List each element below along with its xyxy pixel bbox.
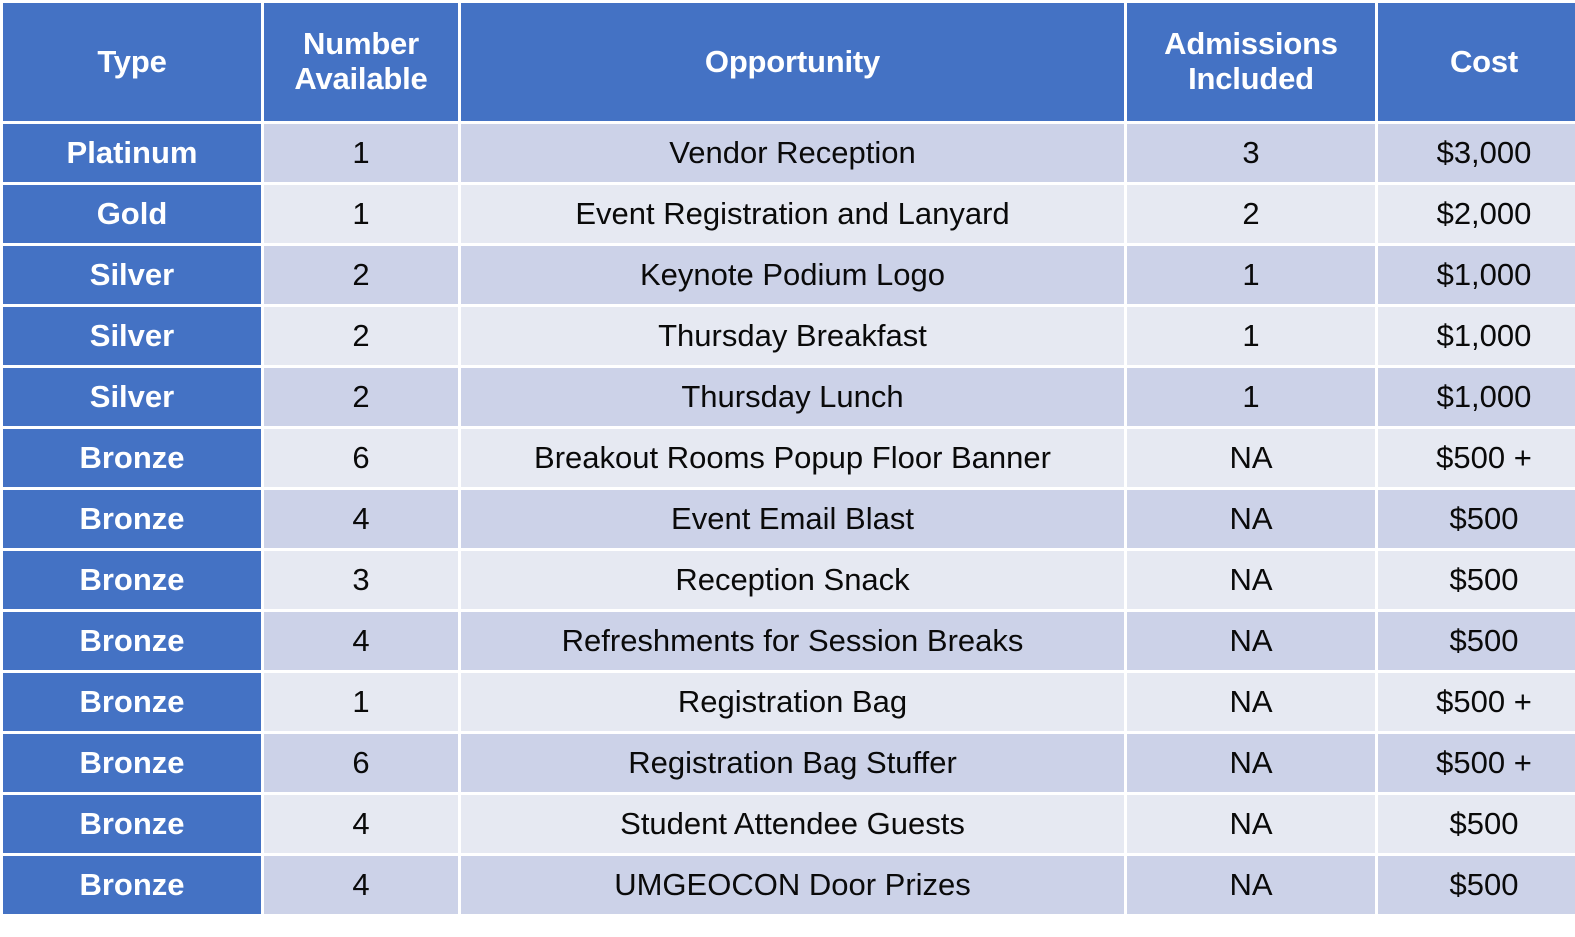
cell-cost: $2,000 xyxy=(1378,185,1575,243)
cell-admissions-included: 3 xyxy=(1127,124,1375,182)
cell-type: Bronze xyxy=(3,795,261,853)
cell-opportunity: Registration Bag xyxy=(461,673,1124,731)
cell-admissions-included: NA xyxy=(1127,673,1375,731)
table-row: Gold 1 Event Registration and Lanyard 2 $2,0… xyxy=(3,185,1575,243)
cell-type: Platinum xyxy=(3,124,261,182)
cell-number-available: 1 xyxy=(264,185,458,243)
column-header-admissions-line1: Admissions xyxy=(1164,26,1338,62)
cell-type: Bronze xyxy=(3,429,261,487)
cell-opportunity: Refreshments for Session Breaks xyxy=(461,612,1124,670)
cell-type: Gold xyxy=(3,185,261,243)
cell-cost: $1,000 xyxy=(1378,368,1575,426)
cell-cost: $500 xyxy=(1378,490,1575,548)
cell-opportunity: Reception Snack xyxy=(461,551,1124,609)
column-header-number-available: Number Available xyxy=(264,3,458,121)
column-header-admissions-included: Admissions Included xyxy=(1127,3,1375,121)
table-row: Bronze 4 Student Attendee Guests NA $500 xyxy=(3,795,1575,853)
cell-admissions-included: NA xyxy=(1127,612,1375,670)
cell-opportunity: Event Registration and Lanyard xyxy=(461,185,1124,243)
cell-admissions-included: NA xyxy=(1127,429,1375,487)
column-header-number-line2: Available xyxy=(294,61,428,96)
cell-admissions-included: NA xyxy=(1127,551,1375,609)
cell-number-available: 1 xyxy=(264,673,458,731)
cell-opportunity: UMGEOCON Door Prizes xyxy=(461,856,1124,914)
cell-number-available: 4 xyxy=(264,856,458,914)
table-row: Silver 2 Thursday Breakfast 1 $1,000 xyxy=(3,307,1575,365)
cell-number-available: 4 xyxy=(264,612,458,670)
cell-admissions-included: 1 xyxy=(1127,246,1375,304)
column-header-cost: Cost xyxy=(1378,3,1575,121)
cell-type: Silver xyxy=(3,368,261,426)
cell-type: Silver xyxy=(3,246,261,304)
cell-cost: $500 xyxy=(1378,612,1575,670)
cell-cost: $500 + xyxy=(1378,734,1575,792)
cell-cost: $500 xyxy=(1378,551,1575,609)
column-header-type-label: Type xyxy=(97,43,167,79)
cell-cost: $3,000 xyxy=(1378,124,1575,182)
table-row: Bronze 1 Registration Bag NA $500 + xyxy=(3,673,1575,731)
cell-number-available: 1 xyxy=(264,124,458,182)
cell-cost: $500 xyxy=(1378,856,1575,914)
cell-admissions-included: 2 xyxy=(1127,185,1375,243)
table-header: Type Number Available Opportunity Admiss… xyxy=(3,3,1575,121)
table-row: Platinum 1 Vendor Reception 3 $3,000 xyxy=(3,124,1575,182)
cell-opportunity: Registration Bag Stuffer xyxy=(461,734,1124,792)
cell-number-available: 3 xyxy=(264,551,458,609)
cell-opportunity: Thursday Lunch xyxy=(461,368,1124,426)
column-header-cost-label: Cost xyxy=(1449,43,1519,79)
cell-type: Bronze xyxy=(3,612,261,670)
cell-opportunity: Student Attendee Guests xyxy=(461,795,1124,853)
cell-opportunity: Event Email Blast xyxy=(461,490,1124,548)
cell-opportunity: Breakout Rooms Popup Floor Banner xyxy=(461,429,1124,487)
sponsorship-opportunities-table: Type Number Available Opportunity Admiss… xyxy=(0,0,1575,917)
column-header-opportunity: Opportunity xyxy=(461,3,1124,121)
table-row: Bronze 4 Event Email Blast NA $500 xyxy=(3,490,1575,548)
cell-number-available: 2 xyxy=(264,307,458,365)
table-row: Bronze 6 Registration Bag Stuffer NA $500 + xyxy=(3,734,1575,792)
cell-cost: $1,000 xyxy=(1378,307,1575,365)
table-body: Platinum 1 Vendor Reception 3 $3,000 Gold 1 Eve… xyxy=(3,124,1575,914)
table-row: Bronze 3 Reception Snack NA $500 xyxy=(3,551,1575,609)
cell-type: Bronze xyxy=(3,734,261,792)
column-header-opportunity-label: Opportunity xyxy=(704,43,881,79)
table-row: Bronze 4 UMGEOCON Door Prizes NA $500 xyxy=(3,856,1575,914)
cell-cost: $500 + xyxy=(1378,673,1575,731)
cell-number-available: 2 xyxy=(264,368,458,426)
column-header-type: Type xyxy=(3,3,261,121)
cell-number-available: 4 xyxy=(264,490,458,548)
cell-type: Bronze xyxy=(3,490,261,548)
table-row: Bronze 6 Breakout Rooms Popup Floor Banner… xyxy=(3,429,1575,487)
cell-number-available: 6 xyxy=(264,429,458,487)
cell-number-available: 2 xyxy=(264,246,458,304)
cell-cost: $500 xyxy=(1378,795,1575,853)
cell-admissions-included: NA xyxy=(1127,734,1375,792)
cell-admissions-included: 1 xyxy=(1127,307,1375,365)
cell-cost: $500 + xyxy=(1378,429,1575,487)
table-row: Bronze 4 Refreshments for Session Breaks NA… xyxy=(3,612,1575,670)
cell-number-available: 6 xyxy=(264,734,458,792)
cell-number-available: 4 xyxy=(264,795,458,853)
cell-opportunity: Vendor Reception xyxy=(461,124,1124,182)
cell-type: Silver xyxy=(3,307,261,365)
cell-opportunity: Keynote Podium Logo xyxy=(461,246,1124,304)
table-row: Silver 2 Thursday Lunch 1 $1,000 xyxy=(3,368,1575,426)
cell-admissions-included: NA xyxy=(1127,795,1375,853)
cell-admissions-included: NA xyxy=(1127,490,1375,548)
column-header-number-line1: Number xyxy=(303,26,419,62)
cell-admissions-included: NA xyxy=(1127,856,1375,914)
cell-cost: $1,000 xyxy=(1378,246,1575,304)
cell-type: Bronze xyxy=(3,673,261,731)
header-row: Type Number Available Opportunity Admiss… xyxy=(3,3,1575,121)
cell-opportunity: Thursday Breakfast xyxy=(461,307,1124,365)
cell-type: Bronze xyxy=(3,856,261,914)
cell-type: Bronze xyxy=(3,551,261,609)
column-header-admissions-line2: Included xyxy=(1188,61,1314,96)
cell-admissions-included: 1 xyxy=(1127,368,1375,426)
table-row: Silver 2 Keynote Podium Logo 1 $1,000 xyxy=(3,246,1575,304)
